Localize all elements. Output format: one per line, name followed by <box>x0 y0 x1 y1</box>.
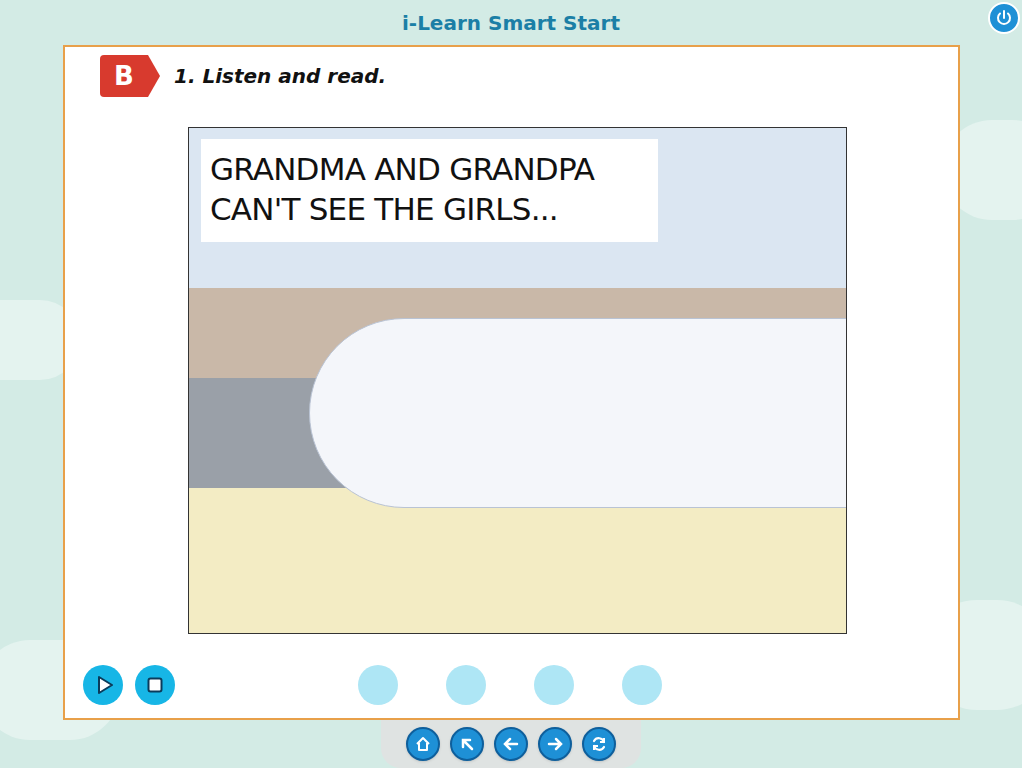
lesson-panel: B 1. Listen and read. GRANDMA AND GRANDPA … <box>63 45 960 720</box>
power-button[interactable] <box>988 2 1020 34</box>
home-button[interactable] <box>406 727 440 761</box>
page-dot[interactable] <box>446 665 486 705</box>
header: i-Learn Smart Start <box>0 0 1022 45</box>
next-button[interactable] <box>538 727 572 761</box>
page-dot[interactable] <box>622 665 662 705</box>
home-icon <box>414 735 432 753</box>
arrow-up-left-icon <box>458 735 476 753</box>
page-dot[interactable] <box>358 665 398 705</box>
refresh-icon <box>590 735 608 753</box>
back-button[interactable] <box>494 727 528 761</box>
arrow-right-icon <box>546 735 564 753</box>
story-illustration: GRANDMA AND GRANDPA CAN'T SEE THE GIRLS.… <box>188 127 847 634</box>
page-dots <box>358 665 662 705</box>
play-icon <box>97 676 113 694</box>
app-screen: i-Learn Smart Start B 1. Listen and read. G… <box>0 0 1022 768</box>
app-title: i-Learn Smart Start <box>402 8 620 38</box>
section-badge: B <box>100 55 160 97</box>
stop-button[interactable] <box>135 665 175 705</box>
instruction: 1. Listen and read. <box>174 61 386 91</box>
stop-icon <box>147 677 163 693</box>
story-caption: GRANDMA AND GRANDPA CAN'T SEE THE GIRLS.… <box>201 139 658 242</box>
play-button[interactable] <box>83 665 123 705</box>
controls-row <box>65 665 958 705</box>
up-left-button[interactable] <box>450 727 484 761</box>
replay-button[interactable] <box>582 727 616 761</box>
arrow-left-icon <box>502 735 520 753</box>
bottom-nav <box>381 720 641 768</box>
section-heading: B 1. Listen and read. <box>65 47 958 97</box>
power-icon <box>995 9 1013 27</box>
page-dot[interactable] <box>534 665 574 705</box>
